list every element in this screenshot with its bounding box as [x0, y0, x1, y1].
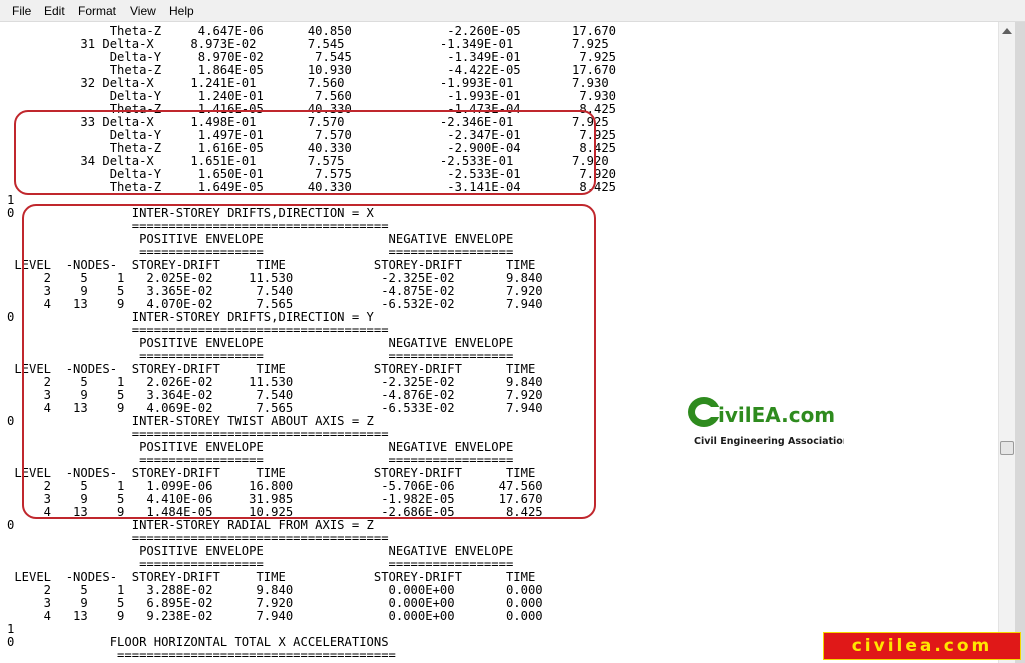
svg-text:ivilEA.com: ivilEA.com	[718, 403, 835, 427]
scrollbar-thumb[interactable]	[1000, 441, 1014, 455]
highlight-box-displacements	[14, 110, 596, 195]
svg-text:Civil Engineering Association: Civil Engineering Association	[694, 436, 844, 447]
output-line: ======================================	[7, 648, 396, 662]
vertical-scrollbar[interactable]	[998, 22, 1015, 663]
scroll-up-arrow-icon[interactable]	[1002, 28, 1012, 34]
menu-help[interactable]: Help	[169, 4, 194, 18]
civilea-watermark: civilea.com	[823, 632, 1021, 660]
output-line: 4 13 9 9.238E-02 7.940 0.000E+00 0.000	[7, 609, 543, 623]
menu-bar: File Edit Format View Help	[0, 0, 1025, 22]
civilea-logo-graphic: ivilEA.com Civil Engineering Association	[688, 397, 850, 447]
civilea-logo: ivilEA.com Civil Engineering Association	[684, 394, 850, 450]
menu-edit[interactable]: Edit	[44, 4, 65, 18]
window-edge-panel	[1015, 22, 1025, 663]
menu-file[interactable]: File	[12, 4, 31, 18]
watermark-text: civilea.com	[851, 636, 993, 656]
highlight-box-drifts	[22, 204, 596, 519]
menu-format[interactable]: Format	[78, 4, 116, 18]
menu-view[interactable]: View	[130, 4, 156, 18]
